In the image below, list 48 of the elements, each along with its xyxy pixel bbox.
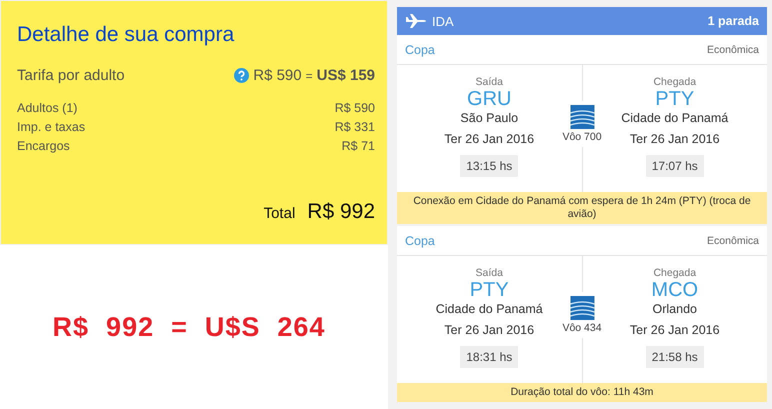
fare-label: Tarifa por adulto (17, 67, 125, 84)
flight-date: Ter 26 Jan 2016 (444, 323, 534, 337)
endpoint-label: Chegada (653, 76, 696, 88)
equals-sign: = (306, 68, 313, 82)
fare-usd: US$ 159 (316, 67, 375, 84)
flight-time: 13:15 hs (460, 155, 518, 177)
segment-note: Duração total do vôo: 11h 43m (397, 383, 767, 402)
airport-code: MCO (651, 279, 698, 301)
city-name: Cidade do Panamá (621, 111, 728, 125)
airline-logo-icon (570, 296, 594, 320)
endpoint-label: Chegada (653, 267, 696, 279)
segment-note: Conexão em Cidade do Panamá com espera de 1h 24m (PTY) (troca de avião) (397, 192, 767, 224)
airline-logo-icon (570, 105, 594, 129)
city-name: São Paulo (460, 111, 518, 125)
flight-date: Ter 26 Jan 2016 (630, 323, 720, 337)
charge-value: R$ 71 (342, 139, 375, 153)
total-label: Total (264, 205, 296, 222)
flight-number: Vôo 700 (562, 131, 602, 143)
airport-code: PTY (655, 88, 694, 110)
flight-time: 21:58 hs (646, 346, 704, 368)
airport-code: PTY (470, 279, 509, 301)
flight-time: 17:07 hs (646, 155, 704, 177)
help-icon[interactable] (234, 68, 250, 83)
flight-time: 18:31 hs (460, 346, 518, 368)
stops-label: 1 parada (708, 14, 759, 28)
endpoint-label: Saída (476, 76, 503, 88)
city-name: Orlando (652, 302, 697, 316)
conversion-text: R$ 992 = U$S 264 (52, 312, 326, 342)
total-value: R$ 992 (307, 200, 375, 224)
direction-label: IDA (432, 14, 454, 28)
airplane-icon (406, 14, 426, 28)
fare-local: R$ 590 (253, 67, 302, 84)
city-name: Cidade do Panamá (436, 302, 543, 316)
cabin-class: Econômica (707, 234, 759, 246)
charge-label: Adultos (1) (17, 101, 78, 115)
cabin-class: Econômica (707, 44, 759, 56)
charge-value: R$ 590 (334, 101, 375, 115)
summary-title: Detalhe de sua compra (17, 23, 236, 47)
charge-label: Imp. e taxas (17, 120, 86, 134)
charge-value: R$ 331 (334, 120, 375, 134)
airline-link[interactable]: Copa (405, 42, 435, 56)
endpoint-label: Saída (476, 267, 503, 279)
flight-date: Ter 26 Jan 2016 (444, 132, 534, 146)
charge-label: Encargos (17, 139, 70, 153)
airport-code: GRU (467, 88, 512, 110)
flight-number: Vôo 434 (562, 322, 602, 334)
flight-date: Ter 26 Jan 2016 (630, 132, 720, 146)
airline-link[interactable]: Copa (405, 234, 435, 248)
